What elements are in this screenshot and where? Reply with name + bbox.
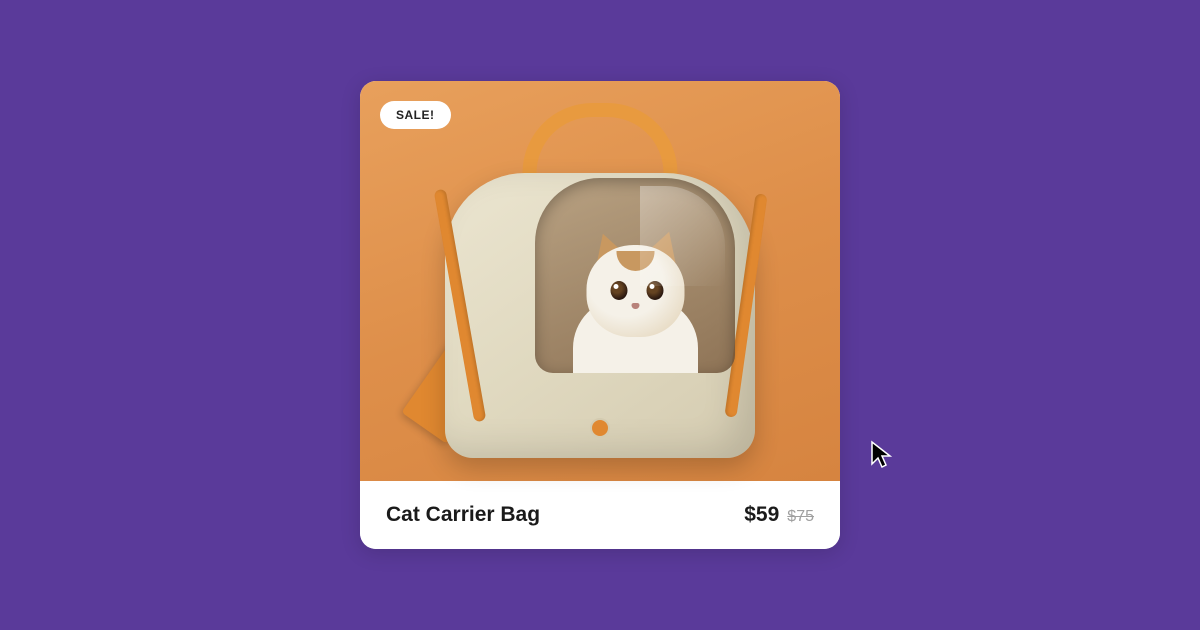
product-title: Cat Carrier Bag [386, 503, 540, 527]
sale-badge: SALE! [380, 101, 451, 129]
product-image[interactable]: SALE! [360, 81, 840, 481]
cursor-icon [870, 440, 896, 470]
product-card[interactable]: SALE! Cat [360, 81, 840, 549]
price-group: $59 $75 [744, 503, 814, 527]
price-was: $75 [787, 508, 814, 526]
product-info: Cat Carrier Bag $59 $75 [360, 481, 840, 549]
carrier-bag-illustration [440, 148, 760, 458]
price-current: $59 [744, 503, 779, 527]
